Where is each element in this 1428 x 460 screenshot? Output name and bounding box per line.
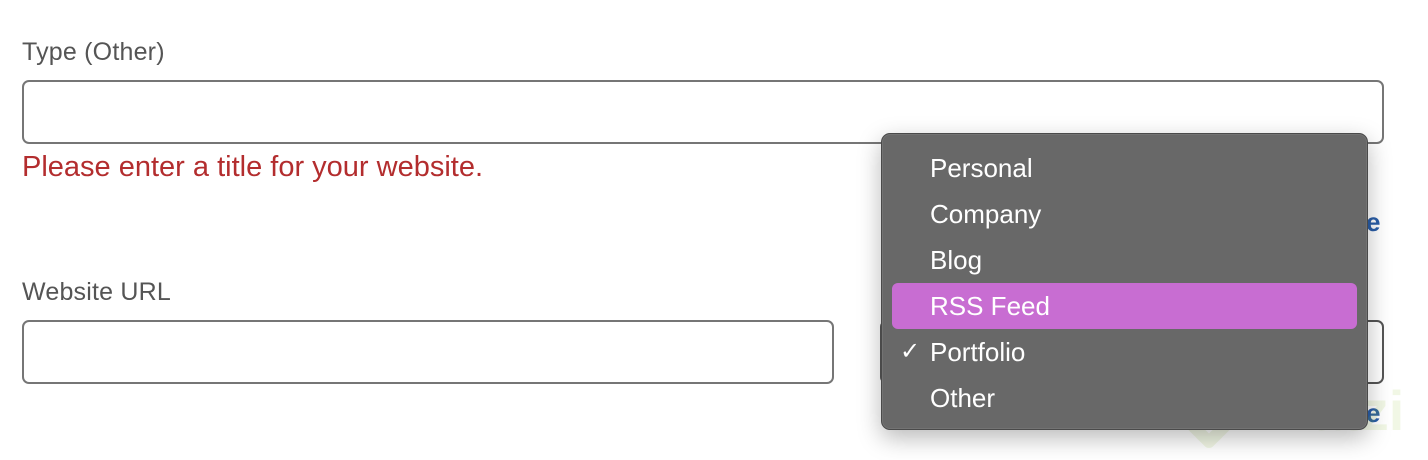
- partial-link-1[interactable]: e: [1366, 207, 1380, 238]
- website-url-label: Website URL: [22, 278, 172, 306]
- menu-item-label: Other: [930, 383, 996, 413]
- website-type-dropdown-menu[interactable]: Personal Company Blog RSS Feed ✓ Portfol…: [881, 133, 1368, 430]
- menu-item-blog[interactable]: Blog: [892, 237, 1357, 283]
- menu-item-label: RSS Feed: [930, 291, 1050, 321]
- menu-item-portfolio[interactable]: ✓ Portfolio: [892, 329, 1357, 375]
- type-other-label: Type (Other): [22, 38, 165, 66]
- menu-item-company[interactable]: Company: [892, 191, 1357, 237]
- title-error-message: Please enter a title for your website.: [22, 151, 484, 183]
- menu-item-other[interactable]: Other: [892, 375, 1357, 421]
- website-form-page: Type (Other) Please enter a title for yo…: [0, 0, 1428, 460]
- website-url-input[interactable]: [22, 320, 834, 384]
- menu-item-label: Blog: [930, 245, 983, 275]
- menu-item-rss-feed[interactable]: RSS Feed: [892, 283, 1357, 329]
- checkmark-icon: ✓: [900, 338, 921, 365]
- menu-item-label: Company: [930, 199, 1042, 229]
- menu-item-label: Personal: [930, 153, 1033, 183]
- menu-item-label: Portfolio: [930, 337, 1026, 367]
- menu-item-personal[interactable]: Personal: [892, 145, 1357, 191]
